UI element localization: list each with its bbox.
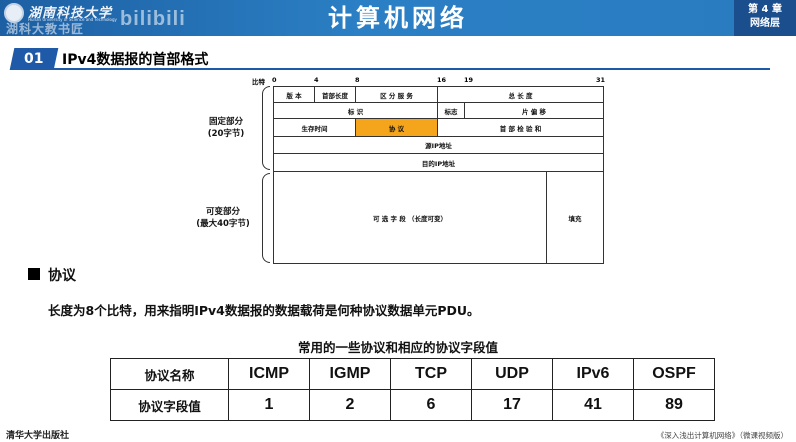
bit-mark: 16: [437, 76, 447, 84]
row-header: 协议名称: [110, 358, 229, 390]
protocol-name-cell: IPv6: [552, 358, 634, 390]
protocol-value-cell: 17: [471, 389, 553, 421]
protocol-value-cell: 41: [552, 389, 634, 421]
chapter-number: 第 4 章: [748, 4, 782, 15]
course-title: 计算机网络: [328, 4, 468, 32]
field-protocol: 协 议: [355, 118, 438, 137]
protocol-heading: 协议: [48, 268, 76, 284]
bits-label: 比特: [252, 78, 265, 86]
field-dest-ip: 目的IP地址: [273, 153, 604, 172]
book-title: 《深入浅出计算机网络》（微课视频版）: [656, 431, 788, 440]
table-row: 协议名称 ICMP IGMP TCP UDP IPv6 OSPF: [110, 358, 715, 390]
bit-mark: 19: [464, 76, 474, 84]
protocol-table: 协议名称 ICMP IGMP TCP UDP IPv6 OSPF 协议字段值 1…: [110, 358, 715, 421]
protocol-name-cell: OSPF: [633, 358, 715, 390]
field-options: 可 选 字 段 （长度可变）: [273, 171, 547, 264]
bit-mark: 31: [596, 76, 606, 84]
bit-mark: 0: [272, 76, 277, 84]
protocol-name-cell: UDP: [471, 358, 553, 390]
variable-part-brace: [262, 173, 270, 263]
bit-mark: 8: [355, 76, 360, 84]
field-source-ip: 源IP地址: [273, 136, 604, 154]
protocol-value-cell: 6: [390, 389, 472, 421]
protocol-description: 长度为8个比特，用来指明IPv4数据报的数据载荷是何种协议数据单元PDU。: [48, 303, 480, 318]
protocol-value-cell: 1: [228, 389, 310, 421]
field-padding: 填充: [546, 171, 604, 264]
protocol-value-cell: 2: [309, 389, 391, 421]
protocol-name-cell: IGMP: [309, 358, 391, 390]
field-version: 版 本: [273, 86, 315, 103]
header-bar: 湖南科技大学 Hunan University of Science and T…: [0, 0, 796, 36]
row-header: 协议字段值: [110, 389, 229, 421]
protocol-name-cell: TCP: [390, 358, 472, 390]
fixed-part-brace: [262, 86, 270, 170]
bullet-square-icon: [28, 268, 40, 280]
field-identification: 标 识: [273, 102, 438, 119]
protocol-value-cell: 89: [633, 389, 715, 421]
table-row: 协议字段值 1 2 6 17 41 89: [110, 389, 715, 421]
section-title: IPv4数据报的首部格式: [62, 52, 209, 68]
field-header-checksum: 首 部 检 验 和: [437, 118, 604, 137]
table-caption: 常用的一些协议和相应的协议字段值: [297, 340, 498, 355]
field-flags: 标志: [437, 102, 465, 119]
field-header-length: 首部长度: [314, 86, 356, 103]
variable-part-label: 可变部分 (最大40字节): [196, 207, 250, 229]
fixed-part-label: 固定部分 (20字节): [207, 117, 245, 139]
chapter-name: 网络层: [750, 18, 780, 29]
publisher-logo: 清华大学出版社: [6, 431, 70, 441]
field-ttl: 生存时间: [273, 118, 356, 137]
protocol-name-cell: ICMP: [228, 358, 310, 390]
bit-mark: 4: [314, 76, 319, 84]
field-fragment-offset: 片 偏 移: [464, 102, 604, 119]
section-number: 01: [9, 48, 59, 70]
chapter-badge: 第 4 章 网络层: [734, 0, 796, 36]
field-diff-services: 区 分 服 务: [355, 86, 438, 103]
field-total-length: 总 长 度: [437, 86, 604, 103]
